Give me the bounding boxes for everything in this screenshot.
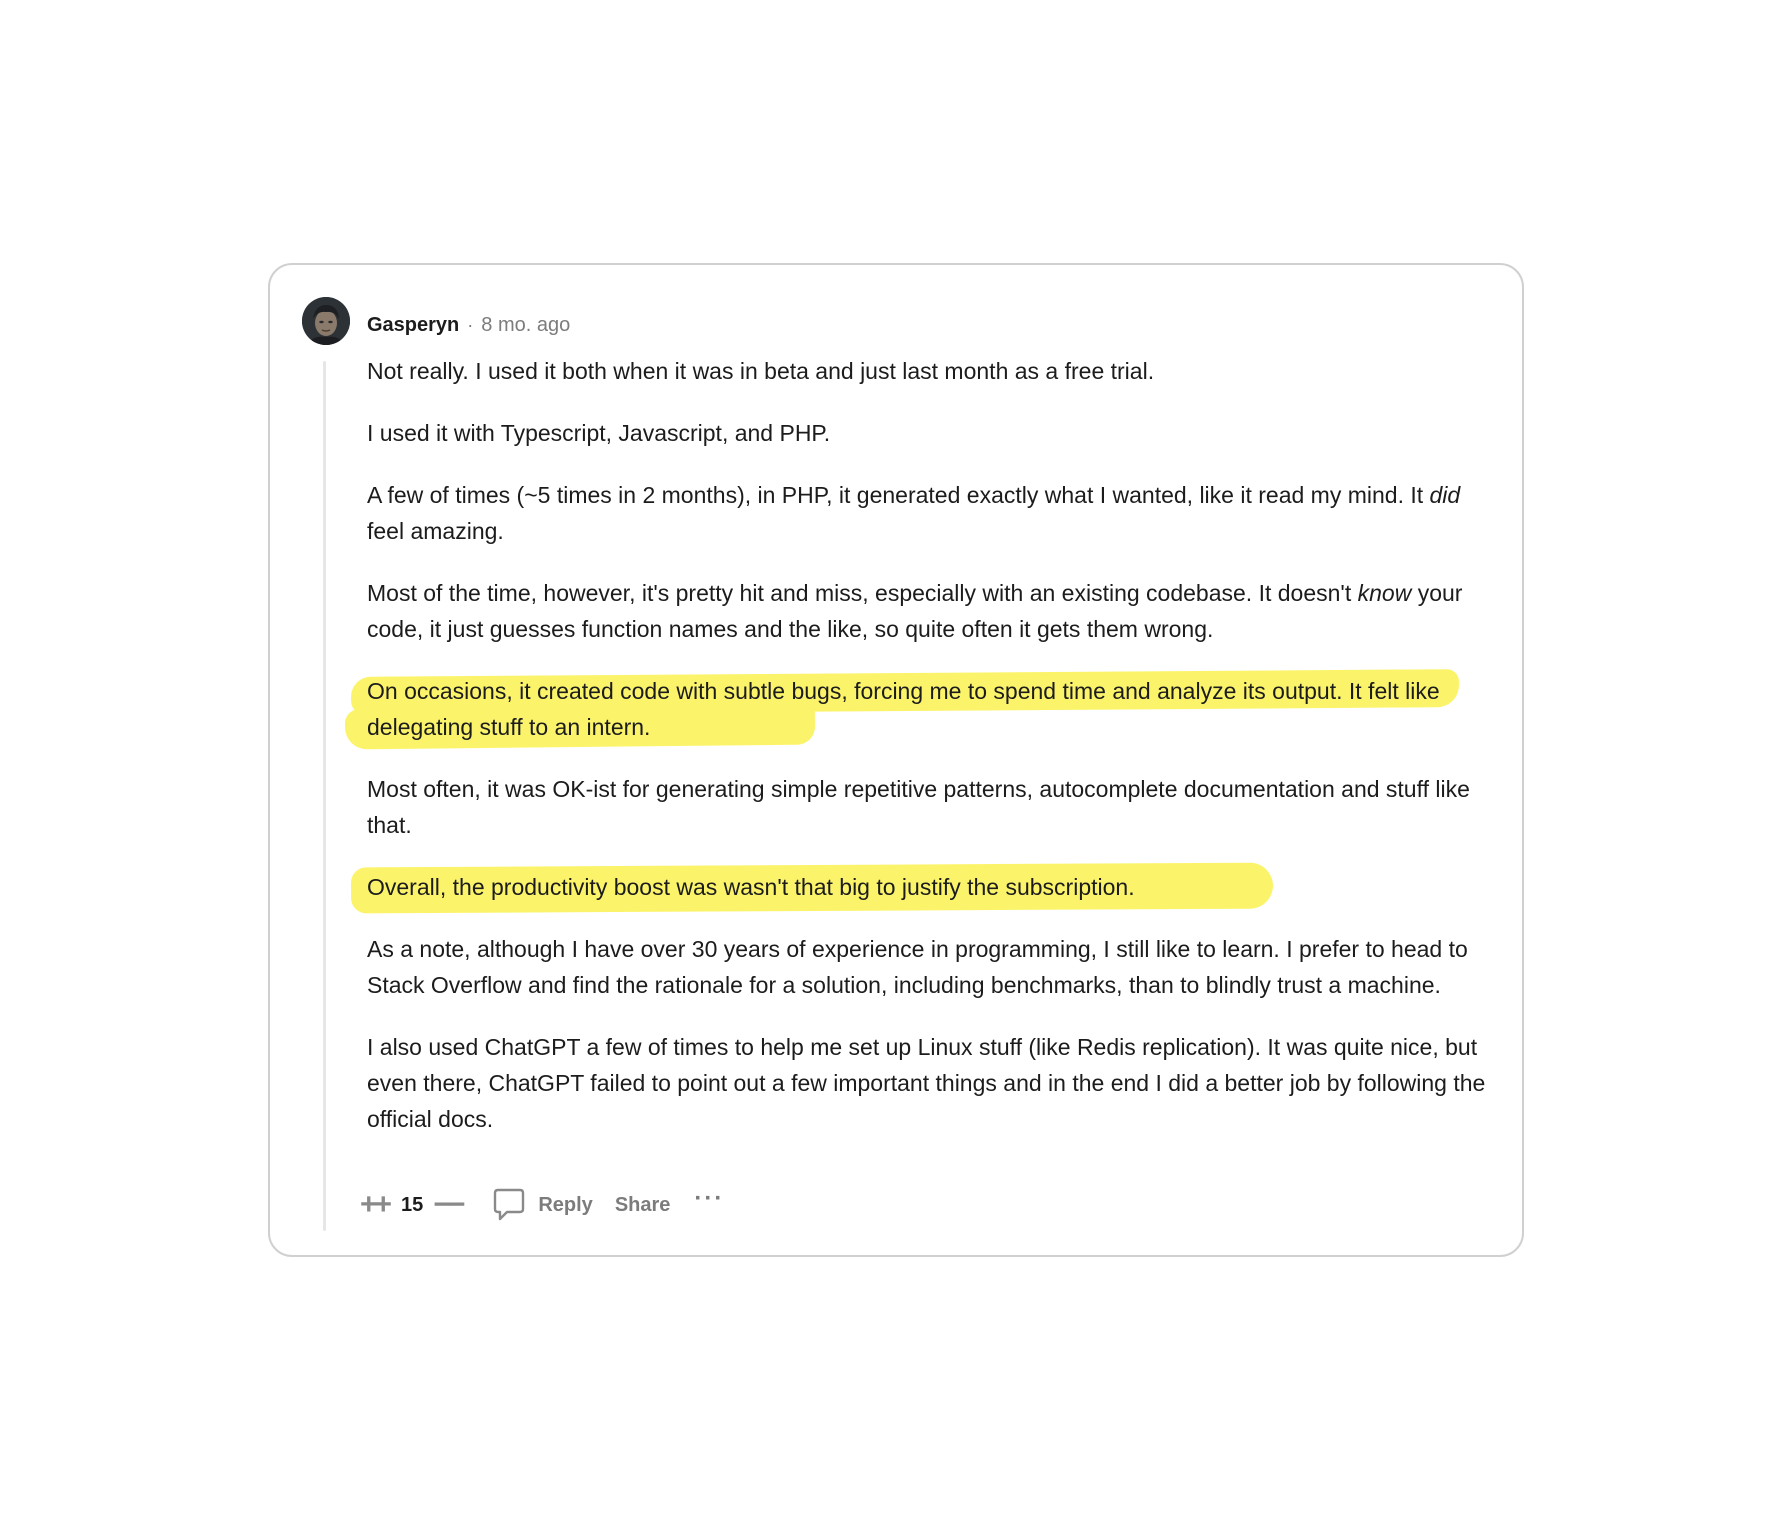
reply-label: Reply xyxy=(538,1193,593,1216)
paragraph-3: A few of times (~5 times in 2 months), i… xyxy=(367,477,1487,549)
emphasis-know: know xyxy=(1357,580,1412,606)
paragraph-5-highlighted: On occasions, it created code with subtl… xyxy=(344,669,1487,750)
paragraph-1: Not really. I used it both when it was i… xyxy=(367,358,1155,384)
share-button[interactable]: Share xyxy=(615,1194,671,1217)
comment-body: Not really. I used it both when it was i… xyxy=(344,353,1487,1163)
avatar-image-icon xyxy=(302,297,350,345)
upvote-button[interactable]: ++ xyxy=(360,1188,392,1222)
paragraph-3-text-b: feel amazing. xyxy=(367,518,504,544)
comment-timestamp[interactable]: 8 mo. ago xyxy=(481,314,570,337)
paragraph-4-text-a: Most of the time, however, it's pretty h… xyxy=(367,580,1358,606)
emphasis-did: did xyxy=(1429,482,1461,508)
paragraph-7-highlighted: Overall, the productivity boost was wasn… xyxy=(350,862,1487,914)
thread-line[interactable] xyxy=(323,361,326,1231)
paragraph-9: I also used ChatGPT a few of times to he… xyxy=(367,1034,1486,1132)
paragraph-4: Most of the time, however, it's pretty h… xyxy=(367,575,1487,647)
avatar[interactable] xyxy=(302,297,350,345)
comment-header: Gasperyn · 8 mo. ago xyxy=(367,310,570,340)
paragraph-6: Most often, it was OK-ist for generating… xyxy=(367,776,1470,838)
reply-button[interactable]: Reply xyxy=(492,1187,593,1223)
paragraph-8: As a note, although I have over 30 years… xyxy=(367,936,1468,998)
comment-bubble-icon xyxy=(494,1188,525,1221)
paragraph-2: I used it with Typescript, Javascript, a… xyxy=(367,420,831,446)
vote-score: 15 xyxy=(401,1193,424,1216)
highlighted-text: Overall, the productivity boost was wasn… xyxy=(367,874,1135,900)
author-name[interactable]: Gasperyn xyxy=(367,314,459,337)
comment-actions: ++ 15 −− Reply Share ··· xyxy=(360,1185,724,1225)
paragraph-3-text-a: A few of times (~5 times in 2 months), i… xyxy=(367,482,1430,508)
meta-separator: · xyxy=(467,314,474,335)
downvote-button[interactable]: −− xyxy=(433,1188,465,1222)
more-options-button[interactable]: ··· xyxy=(694,1185,724,1213)
comment-card: Gasperyn · 8 mo. ago Not really. I used … xyxy=(268,263,1524,1257)
